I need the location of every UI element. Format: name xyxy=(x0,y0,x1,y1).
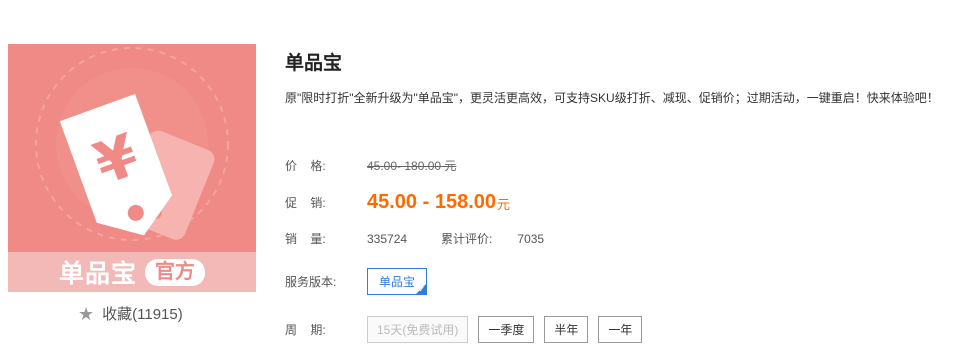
period-option-trial[interactable]: 15天(免费试用) xyxy=(367,316,469,343)
original-price: 45.00- 180.00 元 xyxy=(367,159,457,173)
product-description: 原"限时打折"全新升级为"单品宝"，更灵活更高效，可支持SKU级打折、减现、促销… xyxy=(285,91,939,105)
version-row: 服务版本: 单品宝 ✓ xyxy=(285,268,428,295)
sales-label: 销 量: xyxy=(285,232,326,246)
evaluation-value: 7035 xyxy=(517,231,545,246)
version-label: 服务版本: xyxy=(285,275,337,289)
price-tag-yen-icon: ¥ xyxy=(35,47,229,241)
promo-price: 45.00 - 158.00 xyxy=(367,191,496,213)
promo-label: 促 销: xyxy=(285,196,326,210)
period-option-year[interactable]: 一年 xyxy=(598,316,643,343)
version-option-label: 单品宝 xyxy=(379,275,416,289)
price-label: 价 格: xyxy=(285,159,326,173)
evaluation-label: 累计评价: xyxy=(441,232,493,246)
product-banner: 单品宝 官方 xyxy=(8,252,256,292)
official-badge: 官方 xyxy=(145,258,205,286)
period-label: 周 期: xyxy=(285,323,326,337)
favorite-label: 收藏(11915) xyxy=(102,306,183,323)
price-row: 价 格: 45.00- 180.00 元 xyxy=(285,157,456,174)
sales-value: 335724 xyxy=(367,231,408,246)
period-row: 周 期: 15天(免费试用) 一季度 半年 一年 xyxy=(285,316,652,343)
check-icon: ✓ xyxy=(418,285,426,294)
period-option-quarter[interactable]: 一季度 xyxy=(478,316,535,343)
star-icon: ★ xyxy=(78,303,95,324)
promo-unit: 元 xyxy=(497,197,511,212)
promo-row: 促 销: 45.00 - 158.00 元 xyxy=(285,191,510,214)
version-option-selected[interactable]: 单品宝 ✓ xyxy=(367,268,428,295)
product-title: 单品宝 xyxy=(285,53,343,74)
period-option-half-year[interactable]: 半年 xyxy=(544,316,589,343)
favorite-button[interactable]: ★ 收藏(11915) xyxy=(78,303,183,324)
banner-title: 单品宝 xyxy=(58,260,137,288)
sales-row: 销 量: 335724 累计评价: 7035 xyxy=(285,230,544,247)
product-image: ¥ 单品宝 官方 xyxy=(8,44,256,292)
